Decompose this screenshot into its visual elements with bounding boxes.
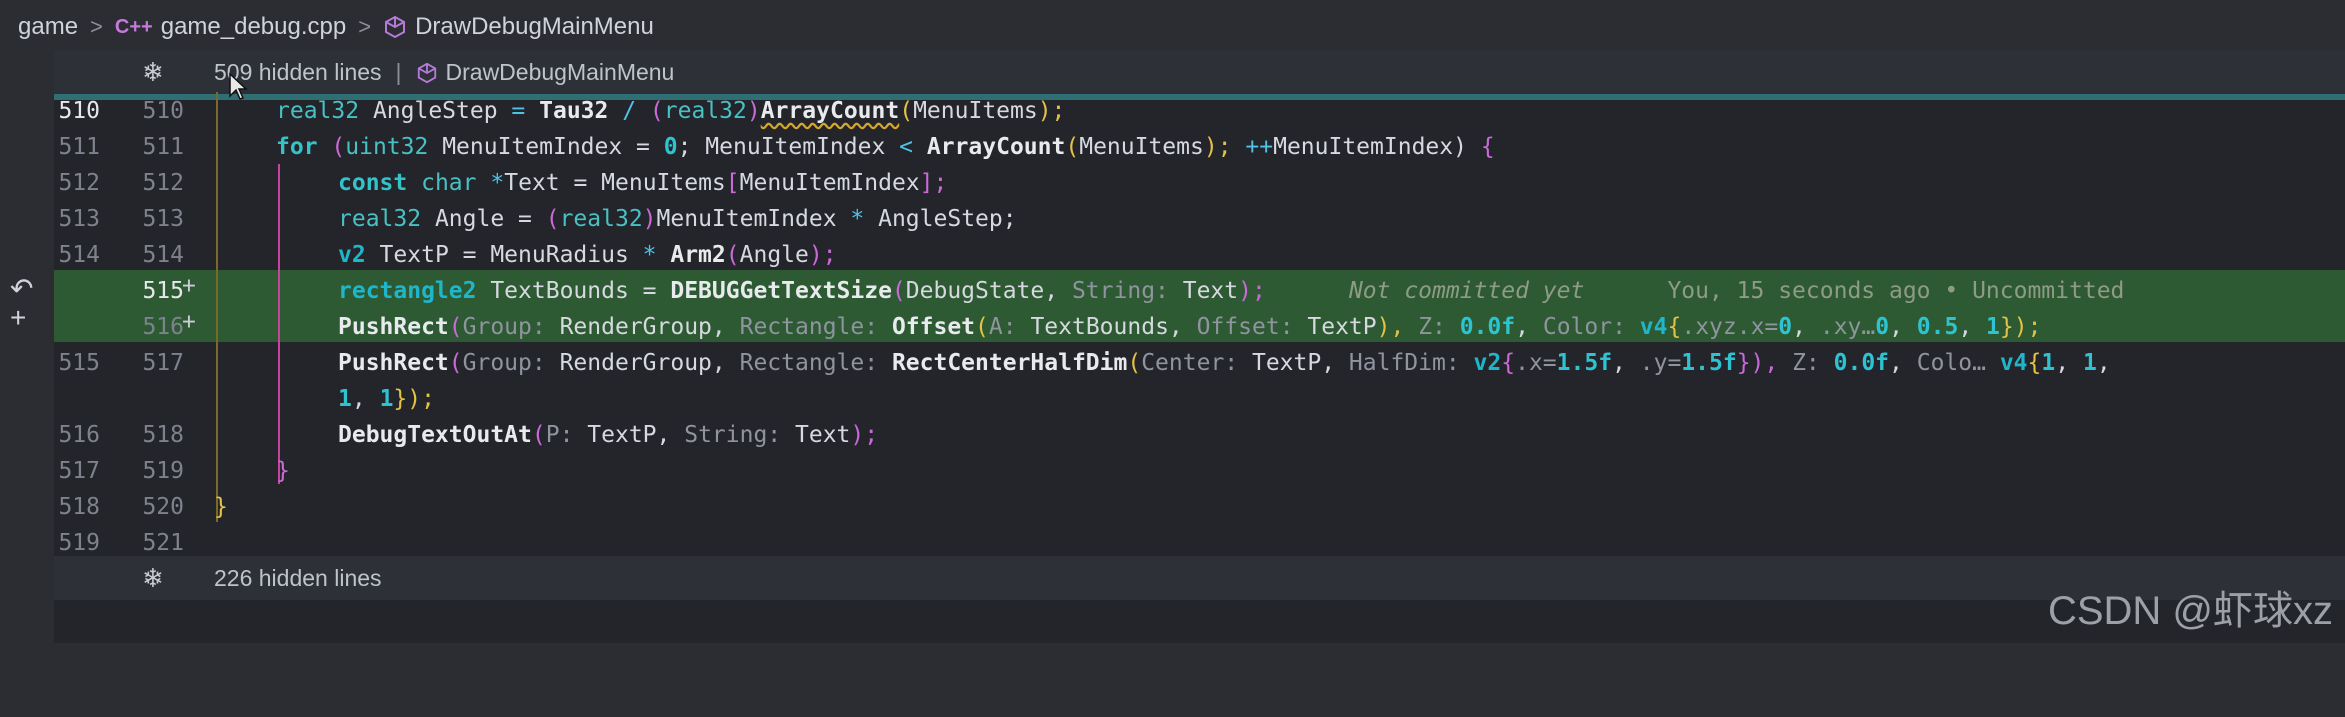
breadcrumb-separator: > — [90, 14, 103, 39]
added-line-marker: + — [182, 309, 196, 335]
unfold-icon[interactable]: ❄ — [142, 563, 164, 594]
code-line-511: for (uint32 MenuItemIndex = 0; MenuItemI… — [276, 134, 1495, 160]
hidden-lines-fold-bottom[interactable]: ❄ 226 hidden lines — [54, 556, 2345, 600]
line-number: 511 — [58, 134, 100, 160]
line-number: 512 — [58, 170, 100, 196]
line-number: 518 — [142, 422, 184, 448]
line-number: 514 — [142, 242, 184, 268]
code-line-513: real32 Angle = (real32)MenuItemIndex * A… — [338, 206, 1017, 232]
line-number: 518 — [58, 494, 100, 520]
line-number: 511 — [142, 134, 184, 160]
code-line-514: v2 TextP = MenuRadius * Arm2(Angle); — [338, 242, 837, 268]
line-number: 513 — [142, 206, 184, 232]
line-number: 510 — [58, 98, 100, 124]
hidden-lines-fold-top[interactable]: ❄ 509 hidden lines | DrawDebugMainMenu — [54, 50, 2345, 100]
breadcrumb: game > C++ game_debug.cpp > DrawDebugMai… — [0, 0, 2345, 54]
added-line-marker: + — [182, 273, 196, 299]
breadcrumb-separator: > — [358, 14, 372, 39]
line-number: 513 — [58, 206, 100, 232]
watermark: CSDN @虾球xz — [2047, 589, 2333, 633]
code-area[interactable]: real32 AngleStep = Tau32 / (real32)Array… — [214, 93, 2124, 717]
line-number: 521 — [142, 530, 184, 556]
line-number: 516 — [142, 314, 184, 340]
fold-label: 509 hidden lines | DrawDebugMainMenu — [214, 58, 675, 85]
revert-change-icon[interactable]: ↶ — [10, 272, 33, 305]
code-line-519: } — [276, 458, 290, 484]
line-number: 520 — [142, 494, 184, 520]
code-line-517-wrap: 1, 1}); — [338, 386, 435, 412]
code-line-517: PushRect(Group: RenderGroup, Rectangle: … — [338, 350, 2111, 376]
inline-blame: Not committed yet — [1348, 278, 1585, 304]
cpp-file-icon: C++ — [114, 15, 153, 38]
indent-guide — [216, 92, 218, 522]
line-number: 517 — [142, 350, 184, 376]
code-line-520: } — [214, 494, 228, 520]
line-number: 515 — [58, 350, 100, 376]
code-line-516: PushRect(Group: RenderGroup, Rectangle: … — [338, 314, 2042, 340]
mouse-cursor-icon — [229, 72, 248, 100]
symbol-method-icon — [385, 15, 406, 39]
breadcrumb-file[interactable]: game_debug.cpp — [161, 13, 346, 41]
breadcrumb-folder[interactable]: game — [18, 13, 78, 41]
code-line-512: const char *Text = MenuItems[MenuItemInd… — [338, 170, 948, 196]
stage-change-icon[interactable]: + — [10, 302, 26, 334]
line-number: 519 — [142, 458, 184, 484]
line-number: 516 — [58, 422, 100, 448]
line-number: 510 — [142, 98, 184, 124]
line-number: 512 — [142, 170, 184, 196]
inline-blame-author: You, 15 seconds ago • Uncommitted — [1667, 278, 2125, 304]
line-number: 519 — [58, 530, 100, 556]
line-number: 517 — [58, 458, 100, 484]
breadcrumb-symbol[interactable]: DrawDebugMainMenu — [415, 13, 654, 41]
code-line-510: real32 AngleStep = Tau32 / (real32)Array… — [276, 98, 1066, 124]
code-line-515: rectangle2 TextBounds = DEBUGGetTextSize… — [338, 278, 2125, 304]
code-line-518: DebugTextOutAt(P: TextP, String: Text); — [338, 422, 879, 448]
line-number: 515 — [142, 278, 184, 304]
line-number: 514 — [58, 242, 100, 268]
unfold-icon[interactable]: ❄ — [142, 57, 164, 88]
symbol-method-icon — [417, 62, 436, 83]
